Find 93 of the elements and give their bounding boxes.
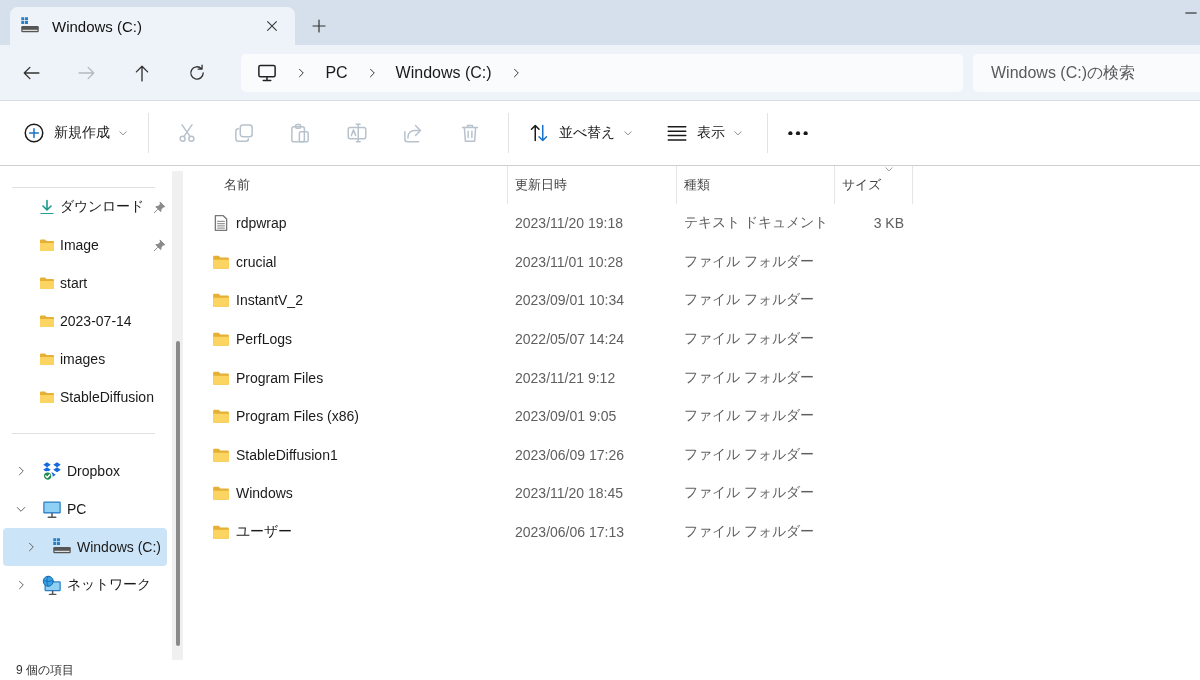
folder-icon — [39, 389, 55, 405]
type-cell-text: ファイル フォルダー — [683, 251, 815, 271]
type-cell-text: ファイル フォルダー — [683, 290, 815, 310]
caret-icon — [733, 128, 743, 138]
file-name-text: StableDiffusion1 — [236, 446, 338, 463]
date-cell-text: 2023/06/06 17:13 — [514, 523, 625, 543]
folder-icon — [39, 351, 55, 367]
folder-icon — [39, 313, 55, 329]
sort-button[interactable]: 並べ替え — [519, 115, 643, 151]
file-name-text: InstantV_2 — [236, 292, 303, 309]
column-header[interactable]: 名前 — [185, 166, 508, 204]
download-icon — [39, 199, 55, 215]
sort-icon — [529, 123, 549, 143]
diamonds-icon — [42, 461, 62, 481]
date-cell-text: 2023/11/21 9:12 — [514, 368, 617, 388]
folder-icon — [212, 407, 230, 426]
file-name-text: Windows — [236, 485, 293, 502]
view-button[interactable]: 表示 — [657, 115, 753, 151]
folder-icon — [212, 523, 230, 542]
plus-icon — [311, 18, 327, 34]
scroll-bar[interactable] — [172, 171, 183, 660]
monitor-icon — [257, 62, 278, 83]
sidebar-item[interactable]: StableDiffusion — [3, 378, 167, 416]
search-field[interactable]: Windows (C:)の検索 — [973, 53, 1200, 92]
file-name[interactable]: InstantV_2 — [185, 281, 508, 320]
column-header[interactable]: 種類 — [677, 166, 835, 204]
type-cell-text: ファイル フォルダー — [683, 329, 815, 349]
tab[interactable]: Windows (C:) — [10, 7, 295, 45]
sidebar-item[interactable]: Image — [3, 226, 167, 264]
share-icon — [403, 123, 424, 143]
trash-icon — [459, 123, 480, 143]
document-icon — [212, 214, 230, 233]
date-cell-text: 2023/09/01 9:05 — [514, 407, 618, 427]
file-name-text: ユーザー — [236, 523, 292, 542]
type-cell-text: ファイル フォルダー — [683, 406, 815, 426]
network-icon — [42, 575, 62, 595]
caret-icon — [118, 128, 128, 138]
date-cell-text: 2023/06/09 17:26 — [514, 445, 625, 465]
folder-icon — [212, 291, 230, 310]
address-bar[interactable]: PC Windows (C:) — [241, 53, 963, 92]
plus-circle-icon — [24, 123, 44, 143]
sidebar-item[interactable]: 2023-07-14 — [3, 302, 167, 340]
file-name[interactable]: crucial — [185, 242, 508, 282]
date-cell-text: 2023/09/01 10:34 — [514, 291, 625, 311]
file-name[interactable]: StableDiffusion1 — [185, 435, 508, 475]
caret-icon — [623, 128, 633, 138]
monitor-icon — [42, 499, 62, 519]
rename-icon — [346, 123, 367, 143]
type-cell-text: ファイル フォルダー — [683, 483, 815, 503]
column-header[interactable]: 更新日時 — [508, 166, 677, 204]
folder-icon — [39, 275, 55, 291]
file-name[interactable]: Windows — [185, 474, 508, 513]
type-cell-text: ファイル フォルダー — [683, 444, 815, 464]
view-icon — [667, 123, 687, 143]
column-header[interactable]: サイズ — [835, 166, 913, 204]
file-name[interactable]: Program Files (x86) — [185, 396, 508, 436]
date-cell-text: 2023/11/20 19:18 — [514, 214, 624, 234]
file-name[interactable]: Program Files — [185, 358, 508, 397]
new-button[interactable]: 新規作成 — [14, 115, 138, 151]
tree-item[interactable]: ネットワーク — [3, 566, 167, 604]
file-name-text: crucial — [236, 253, 277, 270]
folder-icon — [212, 330, 230, 349]
file-name-text: Program Files (x86) — [236, 408, 359, 425]
file-name-text: PerfLogs — [236, 331, 293, 348]
copy-icon — [233, 123, 254, 143]
scissors-icon — [177, 123, 198, 143]
date-cell-text: 2023/11/01 10:28 — [514, 252, 624, 272]
folder-icon — [212, 484, 230, 503]
tree-item[interactable]: Windows (C:) — [3, 528, 167, 566]
date-cell-text: 2023/11/20 18:45 — [514, 484, 624, 504]
clipboard-icon — [290, 123, 311, 143]
sidebar-item[interactable]: images — [3, 340, 167, 378]
tree-item[interactable]: Dropbox — [3, 452, 167, 490]
sidebar-item[interactable]: ダウンロード — [3, 188, 167, 226]
sidebar-item[interactable]: start — [3, 264, 167, 302]
refresh-icon — [188, 63, 207, 82]
file-name-text: rdpwrap — [236, 215, 287, 232]
file-name[interactable]: PerfLogs — [185, 319, 508, 359]
close-icon — [265, 19, 279, 33]
tree-item[interactable]: PC — [3, 490, 167, 528]
file-name[interactable]: rdpwrap — [185, 204, 508, 243]
type-cell-text: テキスト ドキュメント — [683, 213, 829, 233]
date-cell-text: 2022/05/07 14:24 — [514, 330, 625, 350]
type-cell-text: ファイル フォルダー — [683, 522, 815, 542]
folder-icon — [39, 237, 55, 253]
breadcrumb-item[interactable]: Windows (C:) — [395, 63, 492, 82]
file-name-text: Program Files — [236, 369, 324, 386]
type-cell-text: ファイル フォルダー — [683, 367, 815, 387]
more-icon — [788, 130, 808, 136]
size-cell: 3 KB — [873, 215, 904, 232]
breadcrumb-item[interactable]: PC — [325, 63, 348, 82]
item-count: 9 個の項目 — [15, 661, 75, 679]
file-name[interactable]: ユーザー — [185, 512, 508, 552]
